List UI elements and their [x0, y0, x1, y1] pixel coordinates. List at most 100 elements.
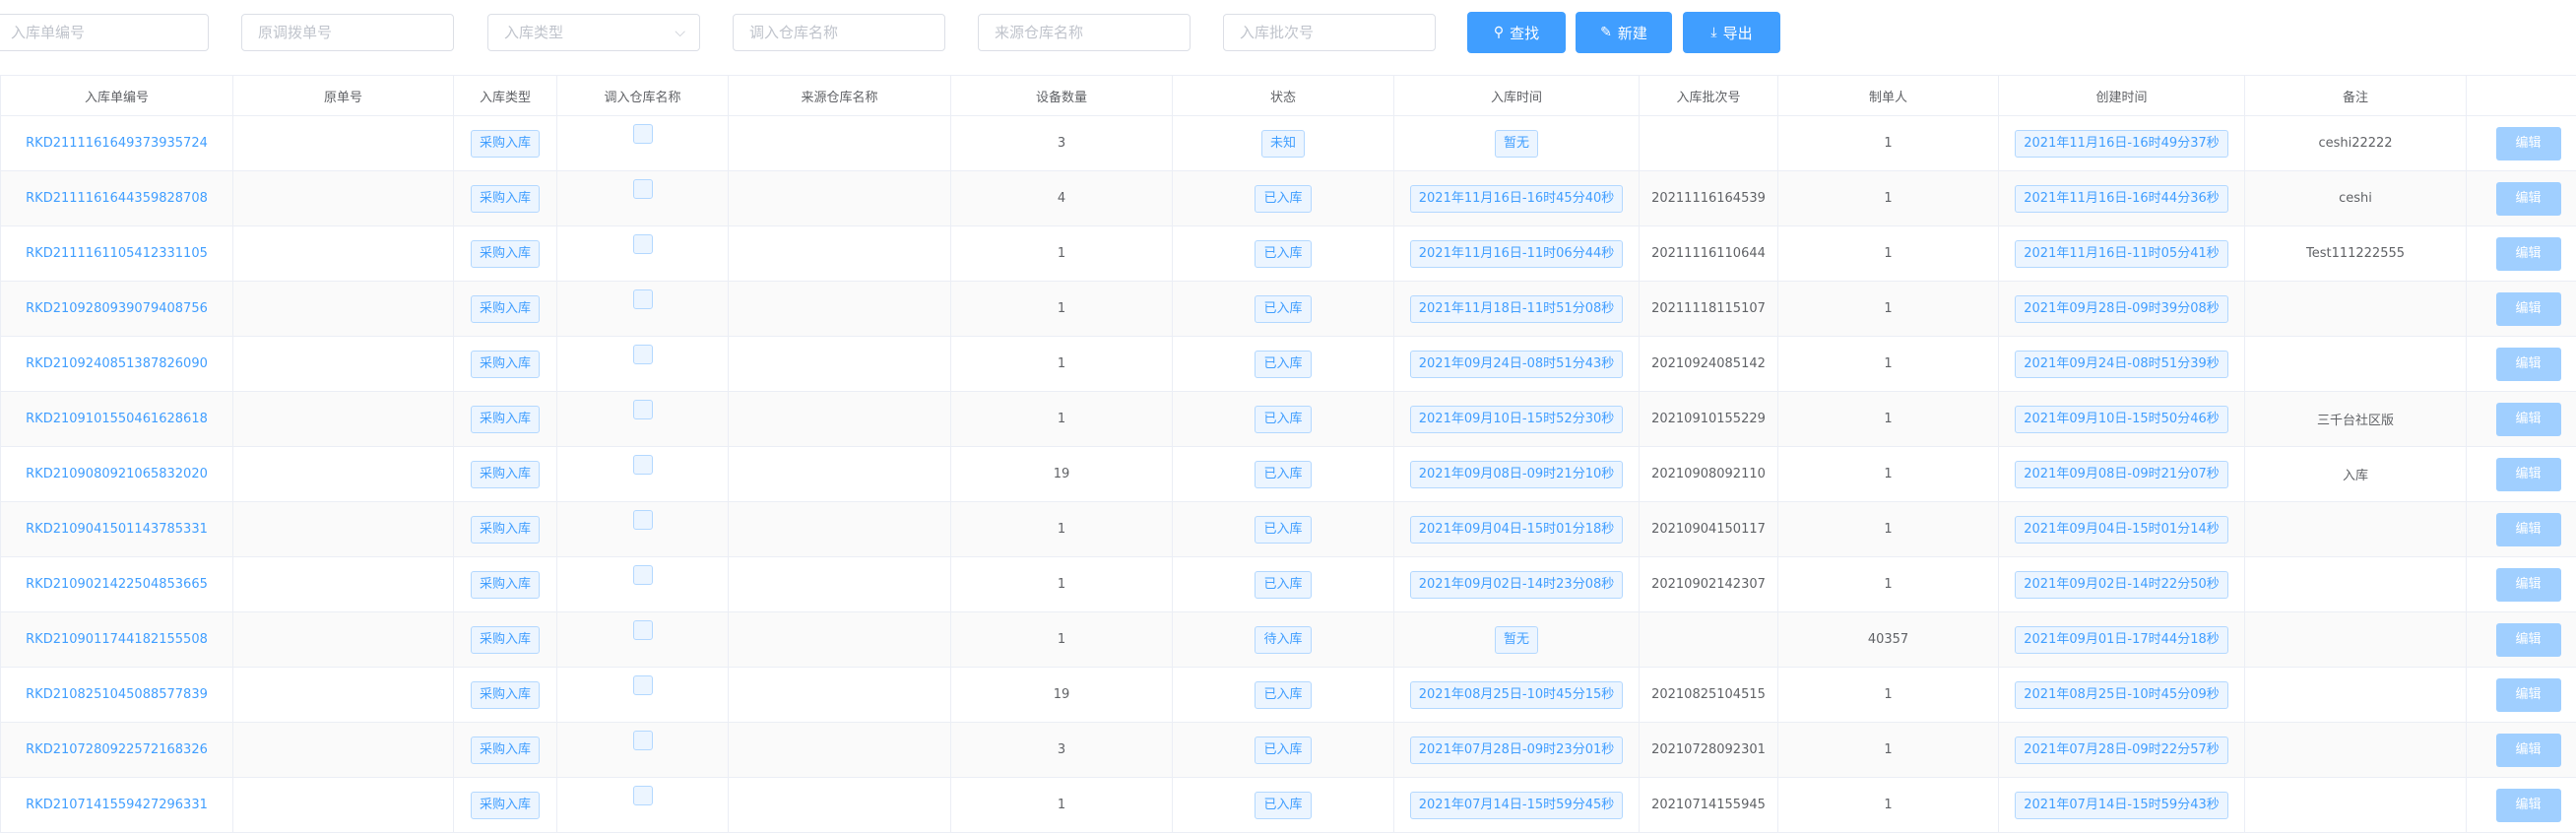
- cell-src-warehouse: [729, 337, 951, 392]
- edit-button[interactable]: 编辑: [2496, 734, 2561, 767]
- warehouse-checkbox[interactable]: [633, 675, 653, 695]
- create-button[interactable]: ✎ 新建: [1576, 12, 1672, 53]
- order-no-link[interactable]: RKD2107141559427296331: [26, 798, 208, 812]
- cell-src-warehouse: [729, 723, 951, 778]
- warehouse-checkbox[interactable]: [633, 124, 653, 144]
- warehouse-checkbox[interactable]: [633, 234, 653, 254]
- cell-src-warehouse: [729, 116, 951, 171]
- cell-order-no: RKD2111161649373935724: [1, 116, 233, 171]
- warehouse-checkbox[interactable]: [633, 786, 653, 805]
- search-button[interactable]: ⚲ 查找: [1467, 12, 1566, 53]
- order-no-link[interactable]: RKD2109240851387826090: [26, 356, 208, 371]
- in-warehouse-input[interactable]: 调入仓库名称: [733, 14, 945, 51]
- search-icon: ⚲: [1494, 25, 1504, 40]
- type-tag: 采购入库: [471, 461, 540, 488]
- in-time-tag: 2021年08月25日-10时45分15秒: [1410, 681, 1624, 709]
- cell-order-no: RKD2109280939079408756: [1, 282, 233, 337]
- warehouse-checkbox[interactable]: [633, 620, 653, 640]
- chevron-down-icon: ⌵: [675, 15, 685, 50]
- download-icon: ⤓: [1710, 25, 1716, 40]
- cell-in-warehouse: [557, 723, 729, 778]
- cell-status: 待入库: [1173, 612, 1394, 668]
- type-tag: 采购入库: [471, 571, 540, 599]
- created-tag: 2021年11月16日-16时49分37秒: [2015, 130, 2228, 158]
- cell-in-warehouse: [557, 502, 729, 557]
- cell-status: 已入库: [1173, 171, 1394, 226]
- cell-in-warehouse: [557, 392, 729, 447]
- edit-button[interactable]: 编辑: [2496, 568, 2561, 602]
- warehouse-checkbox[interactable]: [633, 289, 653, 309]
- cell-actions: 编辑: [2467, 447, 2576, 502]
- status-tag: 已入库: [1255, 185, 1311, 213]
- cell-note: [2245, 337, 2467, 392]
- cell-in-warehouse: [557, 282, 729, 337]
- edit-button[interactable]: 编辑: [2496, 458, 2561, 491]
- warehouse-checkbox[interactable]: [633, 455, 653, 475]
- cell-type: 采购入库: [454, 723, 557, 778]
- filter-toolbar: 入库单编号 原调拨单号 入库类型 ⌵ 调入仓库名称 来源仓库名称 入库批次号 ⚲…: [0, 0, 2576, 75]
- cell-type: 采购入库: [454, 392, 557, 447]
- cell-qty: 1: [951, 392, 1173, 447]
- order-no-link[interactable]: RKD2109011744182155508: [26, 632, 208, 647]
- order-no-link[interactable]: RKD2109080921065832020: [26, 467, 208, 481]
- export-button[interactable]: ⤓ 导出: [1683, 12, 1780, 53]
- warehouse-checkbox[interactable]: [633, 179, 653, 199]
- cell-batch-no: 20211116110644: [1640, 226, 1778, 282]
- warehouse-checkbox[interactable]: [633, 565, 653, 585]
- created-tag: 2021年09月01日-17时44分18秒: [2015, 626, 2228, 654]
- warehouse-checkbox[interactable]: [633, 345, 653, 364]
- cell-created: 2021年11月16日-16时49分37秒: [1999, 116, 2245, 171]
- cell-in-time: 2021年09月10日-15时52分30秒: [1394, 392, 1640, 447]
- cell-src-warehouse: [729, 612, 951, 668]
- cell-type: 采购入库: [454, 447, 557, 502]
- src-warehouse-input[interactable]: 来源仓库名称: [978, 14, 1191, 51]
- cell-src-warehouse: [729, 668, 951, 723]
- warehouse-checkbox[interactable]: [633, 510, 653, 530]
- edit-button[interactable]: 编辑: [2496, 237, 2561, 271]
- cell-created: 2021年09月04日-15时01分14秒: [1999, 502, 2245, 557]
- order-no-link[interactable]: RKD2111161644359828708: [26, 191, 208, 206]
- type-tag: 采购入库: [471, 516, 540, 544]
- edit-button[interactable]: 编辑: [2496, 182, 2561, 216]
- order-no-link[interactable]: RKD2109041501143785331: [26, 522, 208, 537]
- edit-button[interactable]: 编辑: [2496, 403, 2561, 436]
- type-tag: 采购入库: [471, 185, 540, 213]
- edit-button[interactable]: 编辑: [2496, 678, 2561, 712]
- edit-button[interactable]: 编辑: [2496, 789, 2561, 822]
- cell-created: 2021年09月24日-08时51分39秒: [1999, 337, 2245, 392]
- cell-batch-no: 20210902142307: [1640, 557, 1778, 612]
- transfer-no-input[interactable]: 原调拨单号: [241, 14, 454, 51]
- edit-button[interactable]: 编辑: [2496, 623, 2561, 657]
- column-header: 入库单编号: [1, 76, 233, 116]
- order-no-link[interactable]: RKD2111161649373935724: [26, 136, 208, 151]
- order-no-link[interactable]: RKD2109021422504853665: [26, 577, 208, 592]
- edit-button[interactable]: 编辑: [2496, 292, 2561, 326]
- order-no-link[interactable]: RKD2107280922572168326: [26, 742, 208, 757]
- type-select[interactable]: 入库类型 ⌵: [487, 14, 700, 51]
- cell-actions: 编辑: [2467, 557, 2576, 612]
- order-no-input[interactable]: 入库单编号: [0, 14, 209, 51]
- order-no-link[interactable]: RKD2111161105412331105: [26, 246, 208, 261]
- cell-created: 2021年07月14日-15时59分43秒: [1999, 778, 2245, 833]
- status-tag: 已入库: [1255, 351, 1311, 378]
- warehouse-checkbox[interactable]: [633, 400, 653, 419]
- batch-no-input[interactable]: 入库批次号: [1223, 14, 1436, 51]
- order-no-link[interactable]: RKD2109101550461628618: [26, 412, 208, 426]
- cell-batch-no: 20210924085142: [1640, 337, 1778, 392]
- warehouse-checkbox[interactable]: [633, 731, 653, 750]
- order-no-link[interactable]: RKD2109280939079408756: [26, 301, 208, 316]
- cell-actions: 编辑: [2467, 612, 2576, 668]
- created-tag: 2021年09月28日-09时39分08秒: [2015, 295, 2228, 323]
- edit-button[interactable]: 编辑: [2496, 513, 2561, 546]
- cell-status: 已入库: [1173, 337, 1394, 392]
- create-button-label: 新建: [1618, 23, 1647, 43]
- cell-type: 采购入库: [454, 557, 557, 612]
- cell-type: 采购入库: [454, 282, 557, 337]
- status-tag: 已入库: [1255, 461, 1311, 488]
- order-no-link[interactable]: RKD2108251045088577839: [26, 687, 208, 702]
- search-button-label: 查找: [1510, 23, 1539, 43]
- created-tag: 2021年09月04日-15时01分14秒: [2015, 516, 2228, 544]
- cell-actions: 编辑: [2467, 778, 2576, 833]
- edit-button[interactable]: 编辑: [2496, 348, 2561, 381]
- edit-button[interactable]: 编辑: [2496, 127, 2561, 160]
